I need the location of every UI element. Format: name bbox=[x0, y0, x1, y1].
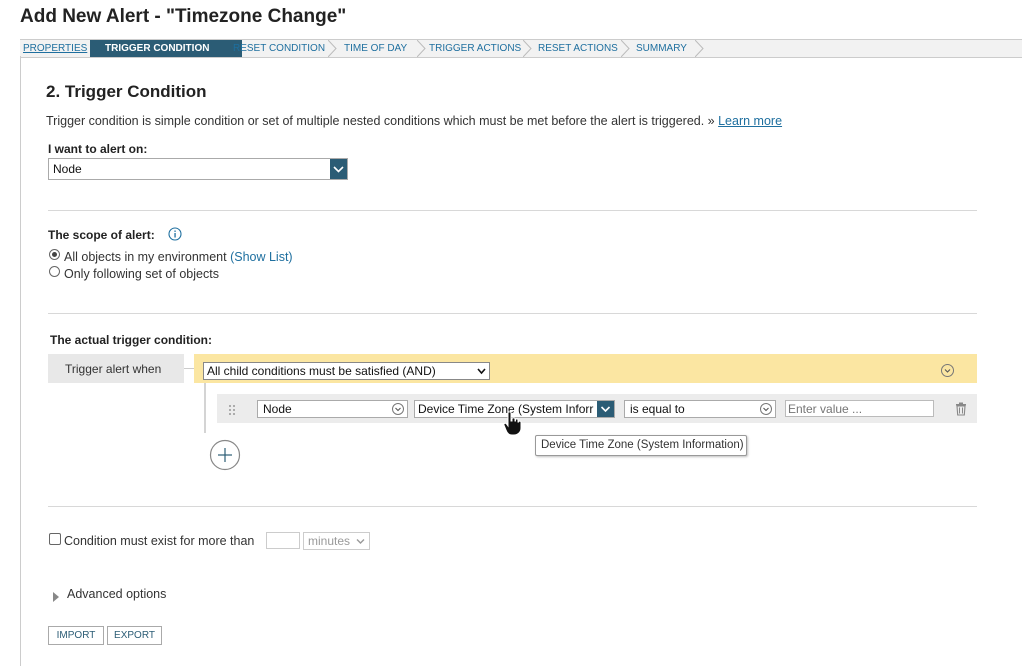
advanced-options-toggle[interactable]: Advanced options bbox=[67, 587, 166, 601]
condition-operator-select[interactable]: is equal to bbox=[624, 400, 776, 418]
condition-object-select[interactable]: Node bbox=[257, 400, 408, 418]
condition-object-value: Node bbox=[263, 402, 292, 416]
drag-handle-icon[interactable] bbox=[227, 403, 237, 415]
add-condition-button[interactable] bbox=[209, 439, 241, 471]
condition-group-value: All child conditions must be satisfied (… bbox=[207, 364, 436, 378]
wizard-steps: PROPERTIES TRIGGER CONDITION RESET CONDI… bbox=[20, 39, 1022, 58]
tooltip-text: Device Time Zone (System Information) bbox=[541, 439, 744, 451]
alert-on-label: I want to alert on: bbox=[48, 142, 148, 156]
info-icon[interactable] bbox=[168, 227, 182, 241]
section-description: Trigger condition is simple condition or… bbox=[46, 114, 782, 128]
step-trigger-condition-label: TRIGGER CONDITION bbox=[105, 43, 210, 54]
scope-all-label: All objects in my environment bbox=[64, 250, 227, 264]
step-trigger-actions[interactable]: TRIGGER ACTIONS bbox=[429, 40, 521, 57]
trigger-when-label: Trigger alert when bbox=[65, 362, 162, 376]
step-reset-actions[interactable]: RESET ACTIONS bbox=[538, 40, 618, 57]
trigger-condition-label: The actual trigger condition: bbox=[50, 333, 213, 347]
chevron-down-icon[interactable] bbox=[597, 401, 614, 417]
step-reset-condition[interactable]: RESET CONDITION bbox=[233, 40, 325, 57]
show-list-link[interactable]: (Show List) bbox=[230, 250, 293, 264]
scope-following-radio[interactable] bbox=[49, 266, 60, 277]
alert-on-select[interactable]: Node bbox=[48, 158, 348, 180]
expand-triangle-icon[interactable] bbox=[53, 589, 59, 602]
description-text: Trigger condition is simple condition or… bbox=[46, 114, 715, 128]
scope-all-radio[interactable] bbox=[49, 249, 60, 260]
duration-input[interactable] bbox=[266, 532, 300, 549]
divider bbox=[48, 313, 977, 314]
duration-label: Condition must exist for more than bbox=[64, 534, 255, 548]
import-button[interactable]: IMPORT bbox=[48, 626, 104, 645]
connector-line bbox=[184, 368, 194, 369]
chevron-down-icon bbox=[392, 403, 404, 415]
step-separator-icon bbox=[621, 40, 630, 57]
step-separator-icon bbox=[417, 40, 426, 57]
content-left-border bbox=[20, 56, 21, 666]
section-title: 2. Trigger Condition bbox=[46, 82, 207, 101]
condition-operator-value: is equal to bbox=[630, 402, 685, 416]
divider bbox=[48, 506, 977, 507]
chevron-down-icon[interactable] bbox=[330, 159, 347, 179]
condition-group-select[interactable]: All child conditions must be satisfied (… bbox=[203, 362, 490, 380]
step-summary[interactable]: SUMMARY bbox=[636, 40, 687, 57]
export-button[interactable]: EXPORT bbox=[107, 626, 162, 645]
scope-following-label: Only following set of objects bbox=[64, 267, 219, 281]
step-time-of-day[interactable]: TIME OF DAY bbox=[344, 40, 407, 57]
step-properties[interactable]: PROPERTIES bbox=[23, 40, 87, 57]
step-trigger-condition[interactable]: TRIGGER CONDITION bbox=[90, 40, 242, 57]
chevron-down-icon bbox=[477, 368, 486, 375]
learn-more-link[interactable]: Learn more bbox=[718, 114, 782, 128]
condition-value-input[interactable] bbox=[785, 400, 934, 417]
duration-unit-value: minutes bbox=[308, 534, 351, 548]
alert-on-value: Node bbox=[53, 162, 82, 176]
scope-label: The scope of alert: bbox=[48, 228, 155, 242]
duration-unit-select[interactable]: minutes bbox=[303, 532, 370, 550]
step-separator-icon bbox=[523, 40, 532, 57]
chevron-down-icon bbox=[760, 403, 772, 415]
tree-line bbox=[204, 383, 206, 433]
step-separator-icon bbox=[328, 40, 337, 57]
page-title: Add New Alert - "Timezone Change" bbox=[20, 6, 347, 27]
step-separator-icon bbox=[695, 40, 704, 57]
scope-all-option: All objects in my environment (Show List… bbox=[64, 250, 293, 264]
trash-icon[interactable] bbox=[955, 402, 967, 416]
collapse-group-icon[interactable] bbox=[941, 364, 954, 377]
chevron-down-icon bbox=[356, 539, 365, 544]
divider bbox=[48, 210, 977, 211]
trigger-when-box: Trigger alert when bbox=[48, 354, 184, 383]
field-tooltip: Device Time Zone (System Information) bbox=[535, 435, 747, 456]
hand-cursor-icon bbox=[503, 411, 523, 437]
duration-checkbox[interactable] bbox=[49, 533, 61, 545]
